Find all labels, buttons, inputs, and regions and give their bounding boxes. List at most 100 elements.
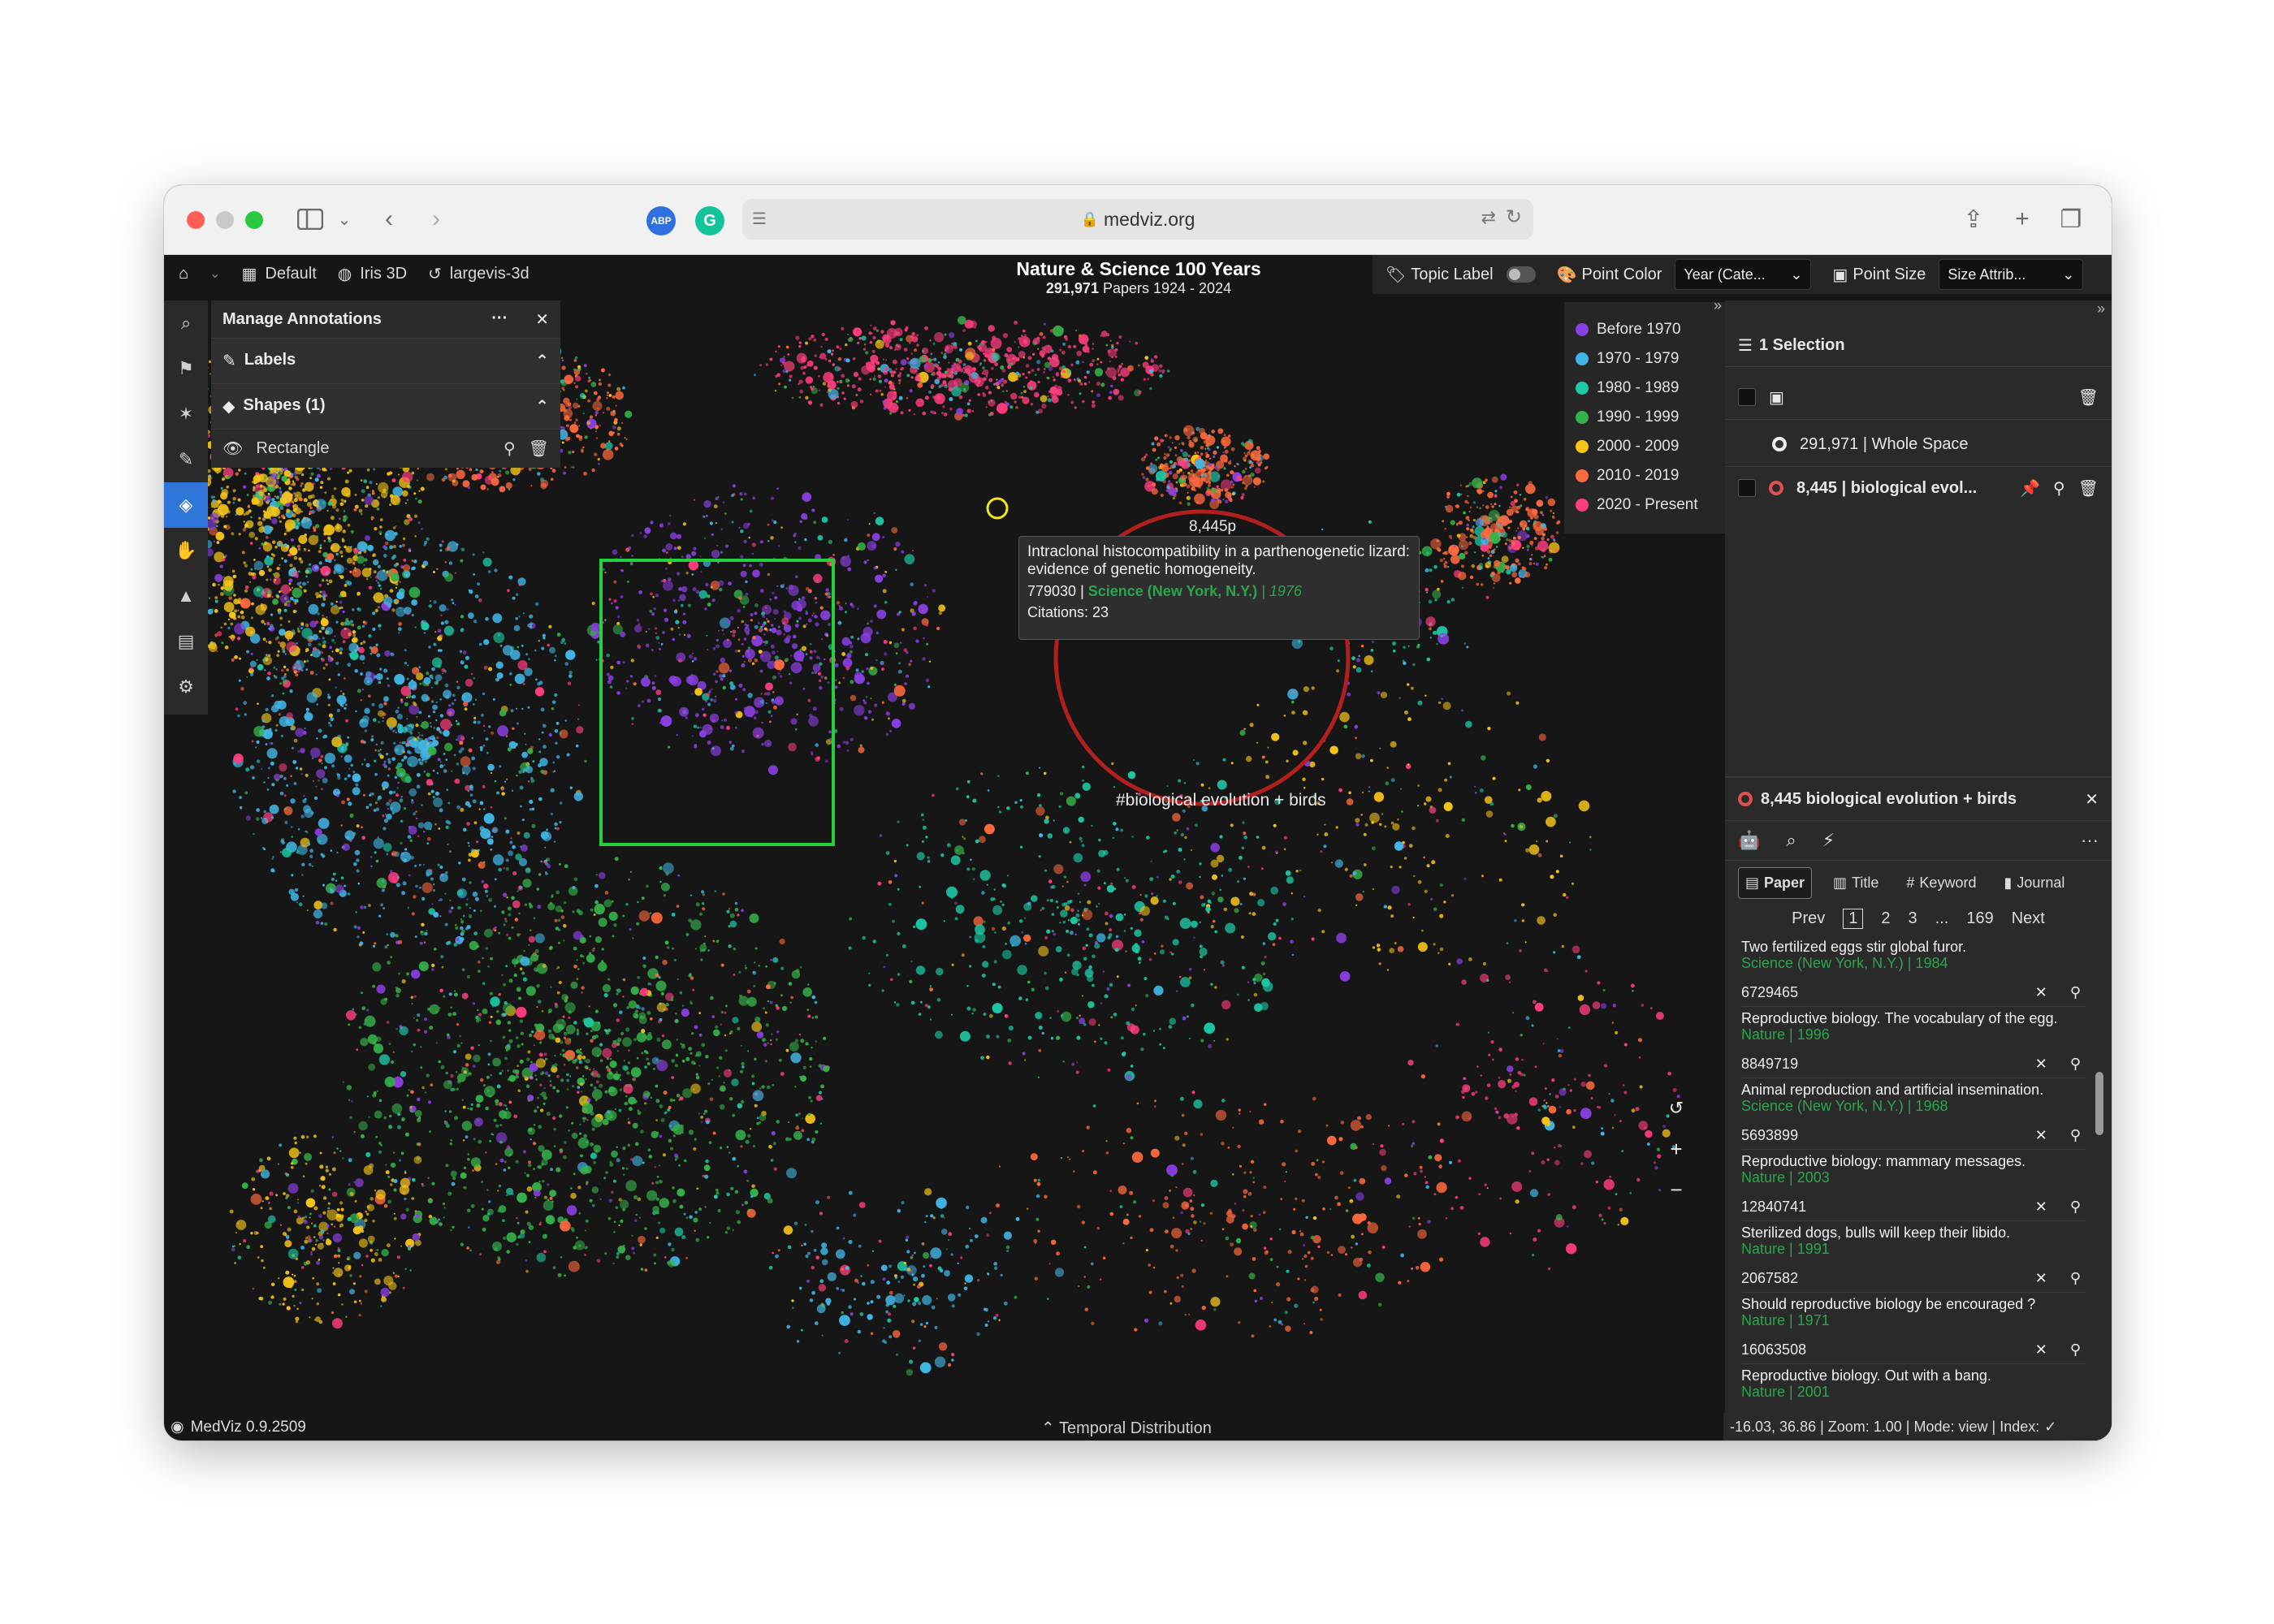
edit-icon[interactable]: ✎ — [164, 437, 208, 482]
close-icon[interactable]: ✕ — [535, 309, 549, 330]
paper-list-item[interactable]: Reproductive biology: mammary messages. N… — [1741, 1150, 2086, 1221]
remove-icon[interactable]: ✕ — [2035, 984, 2047, 1001]
trash-icon[interactable]: 🗑 — [2078, 387, 2099, 408]
radio-icon[interactable] — [1772, 437, 1787, 451]
pin-icon[interactable]: 📌 — [2020, 478, 2040, 499]
tab-title[interactable]: ▥ Title — [1827, 867, 1885, 899]
back-icon[interactable]: ‹ — [377, 201, 401, 237]
hand-icon[interactable]: ✋ — [164, 528, 208, 573]
page-menu-icon[interactable]: ☰ — [752, 209, 767, 229]
legend-item[interactable]: 1970 - 1979 — [1576, 344, 1715, 374]
legend-item[interactable]: 2000 - 2009 — [1576, 432, 1715, 461]
lightning-icon[interactable]: ⚡ — [1822, 830, 1835, 851]
zoom-window-button[interactable] — [245, 211, 263, 229]
remove-icon[interactable]: ✕ — [2035, 1127, 2047, 1144]
legend-item[interactable]: 1980 - 1989 — [1576, 374, 1715, 403]
scrollbar[interactable] — [2095, 1072, 2103, 1135]
tab-paper[interactable]: ▤ Paper — [1738, 867, 1813, 899]
translate-icon[interactable]: ⇄ — [1481, 207, 1496, 228]
selection-checkbox[interactable] — [1738, 479, 1756, 497]
expand-icon[interactable]: » — [2097, 300, 2105, 317]
remove-icon[interactable]: ✕ — [2035, 1056, 2047, 1073]
point-size-select[interactable]: Size Attrib... ⌄ — [1939, 259, 2084, 290]
temporal-distribution-toggle[interactable]: ⌃ Temporal Distribution — [1041, 1418, 1212, 1438]
archive-icon[interactable]: ▤ — [164, 619, 208, 664]
collapse-icon[interactable]: » — [1714, 297, 1722, 314]
tab-largevis-3d[interactable]: ↺ largevis-3d — [428, 264, 530, 284]
trash-icon[interactable]: 🗑 — [529, 438, 549, 459]
paper-list-item[interactable]: Two fertilized eggs stir global furor. Sc… — [1741, 935, 2086, 1007]
select-all-checkbox[interactable] — [1738, 388, 1756, 406]
next-page-button[interactable]: Next — [2012, 909, 2045, 928]
shape-item-rectangle[interactable]: 👁 Rectangle ⚲ 🗑 — [211, 429, 560, 468]
sidebar-toggle-icon[interactable] — [294, 201, 326, 237]
share-icon[interactable]: ⇪ — [1959, 201, 1988, 237]
eye-icon[interactable]: 👁 — [223, 438, 243, 459]
gear-icon[interactable]: ⚙ — [164, 664, 208, 710]
paper-list-item[interactable]: Sterilized dogs, bulls will keep their l… — [1741, 1221, 2086, 1293]
address-bar[interactable]: ☰ 🔒 medviz.org ⇄ ↻ — [742, 199, 1533, 240]
chevron-down-icon[interactable]: ⌄ — [335, 201, 354, 237]
search-icon[interactable]: ⌕ — [164, 300, 208, 346]
location-pin-icon[interactable]: ⚲ — [2070, 984, 2081, 1001]
remove-icon[interactable]: ✕ — [2035, 1341, 2047, 1358]
prev-page-button[interactable]: Prev — [1792, 909, 1825, 928]
more-icon[interactable]: ··· — [2081, 830, 2099, 851]
legend-item[interactable]: 2020 - Present — [1576, 490, 1715, 520]
page-2-button[interactable]: 2 — [1881, 909, 1890, 928]
close-window-button[interactable] — [187, 211, 205, 229]
paper-list-item[interactable]: Animal reproduction and artificial insem… — [1741, 1078, 2086, 1150]
reload-icon[interactable]: ↻ — [1506, 205, 1522, 229]
page-3-button[interactable]: 3 — [1909, 909, 1917, 928]
more-icon[interactable]: ··· — [491, 309, 508, 330]
location-pin-icon[interactable]: ⚲ — [2070, 1127, 2081, 1144]
adblock-extension-icon[interactable]: ABP — [646, 206, 676, 235]
labels-section[interactable]: ✎ Labels ⌃ — [211, 338, 560, 383]
grammarly-extension-icon[interactable]: G — [695, 206, 724, 235]
search-icon[interactable]: ⌕ — [1786, 830, 1796, 851]
minimize-window-button[interactable] — [216, 211, 234, 229]
page-169-button[interactable]: 169 — [1966, 909, 1993, 928]
location-pin-icon[interactable]: ⚲ — [504, 438, 516, 459]
new-tab-icon[interactable]: + — [2008, 201, 2037, 237]
image-icon[interactable]: ▣ — [1769, 387, 1784, 408]
magic-wand-icon[interactable]: ✶ — [164, 391, 208, 437]
paper-list-item[interactable]: Reproductive biology. The vocabulary of … — [1741, 1007, 2086, 1078]
robot-icon[interactable]: 🤖 — [1738, 830, 1760, 851]
selection-item-birds[interactable]: 8,445 | biological evol... 📌 ⚲ 🗑 — [1725, 468, 2112, 508]
location-pin-icon[interactable]: ⚲ — [2070, 1199, 2081, 1216]
reset-view-icon[interactable]: ↺ — [1658, 1088, 1694, 1129]
shapes-section[interactable]: ◆ Shapes (1) ⌃ — [211, 383, 560, 429]
landscape-icon[interactable]: ▲ — [164, 573, 208, 619]
tab-overview-icon[interactable]: ❐ — [2056, 201, 2086, 237]
legend-item[interactable]: 2010 - 2019 — [1576, 461, 1715, 490]
flag-icon[interactable]: ⚑ — [164, 346, 208, 391]
paper-list-item[interactable]: Should reproductive biology be encourage… — [1741, 1293, 2086, 1364]
trash-icon[interactable]: 🗑 — [2078, 478, 2099, 499]
chevron-up-icon[interactable]: ⌃ — [535, 351, 549, 371]
home-icon[interactable]: ⌂ — [179, 265, 188, 283]
location-pin-icon[interactable]: ⚲ — [2053, 478, 2065, 499]
point-color-select[interactable]: Year (Cate... ⌄ — [1675, 259, 1812, 290]
location-pin-icon[interactable]: ⚲ — [2070, 1270, 2081, 1287]
chevron-up-icon[interactable]: ⌃ — [535, 396, 549, 417]
page-1-button[interactable]: 1 — [1843, 909, 1864, 929]
legend-item[interactable]: Before 1970 — [1576, 315, 1715, 344]
topic-label-toggle[interactable] — [1506, 266, 1536, 283]
location-pin-icon[interactable]: ⚲ — [2070, 1056, 2081, 1073]
layers-icon[interactable]: ◈ — [164, 482, 208, 528]
chevron-down-icon[interactable]: ⌄ — [210, 266, 220, 282]
zoom-in-button[interactable]: + — [1658, 1129, 1694, 1169]
location-pin-icon[interactable]: ⚲ — [2070, 1341, 2081, 1358]
whole-space-row[interactable]: 291,971 | Whole Space — [1725, 424, 2112, 464]
tab-journal[interactable]: ▮ Journal — [1997, 867, 2071, 899]
forward-icon[interactable]: › — [424, 201, 448, 237]
zoom-out-button[interactable]: − — [1658, 1169, 1694, 1210]
tab-iris-3d[interactable]: ◍ Iris 3D — [338, 264, 407, 284]
close-icon[interactable]: ✕ — [2085, 789, 2099, 810]
legend-item[interactable]: 1990 - 1999 — [1576, 403, 1715, 432]
remove-icon[interactable]: ✕ — [2035, 1199, 2047, 1216]
remove-icon[interactable]: ✕ — [2035, 1270, 2047, 1287]
tab-default[interactable]: ▦ Default — [242, 264, 317, 284]
tab-keyword[interactable]: # Keyword — [1900, 867, 1982, 899]
